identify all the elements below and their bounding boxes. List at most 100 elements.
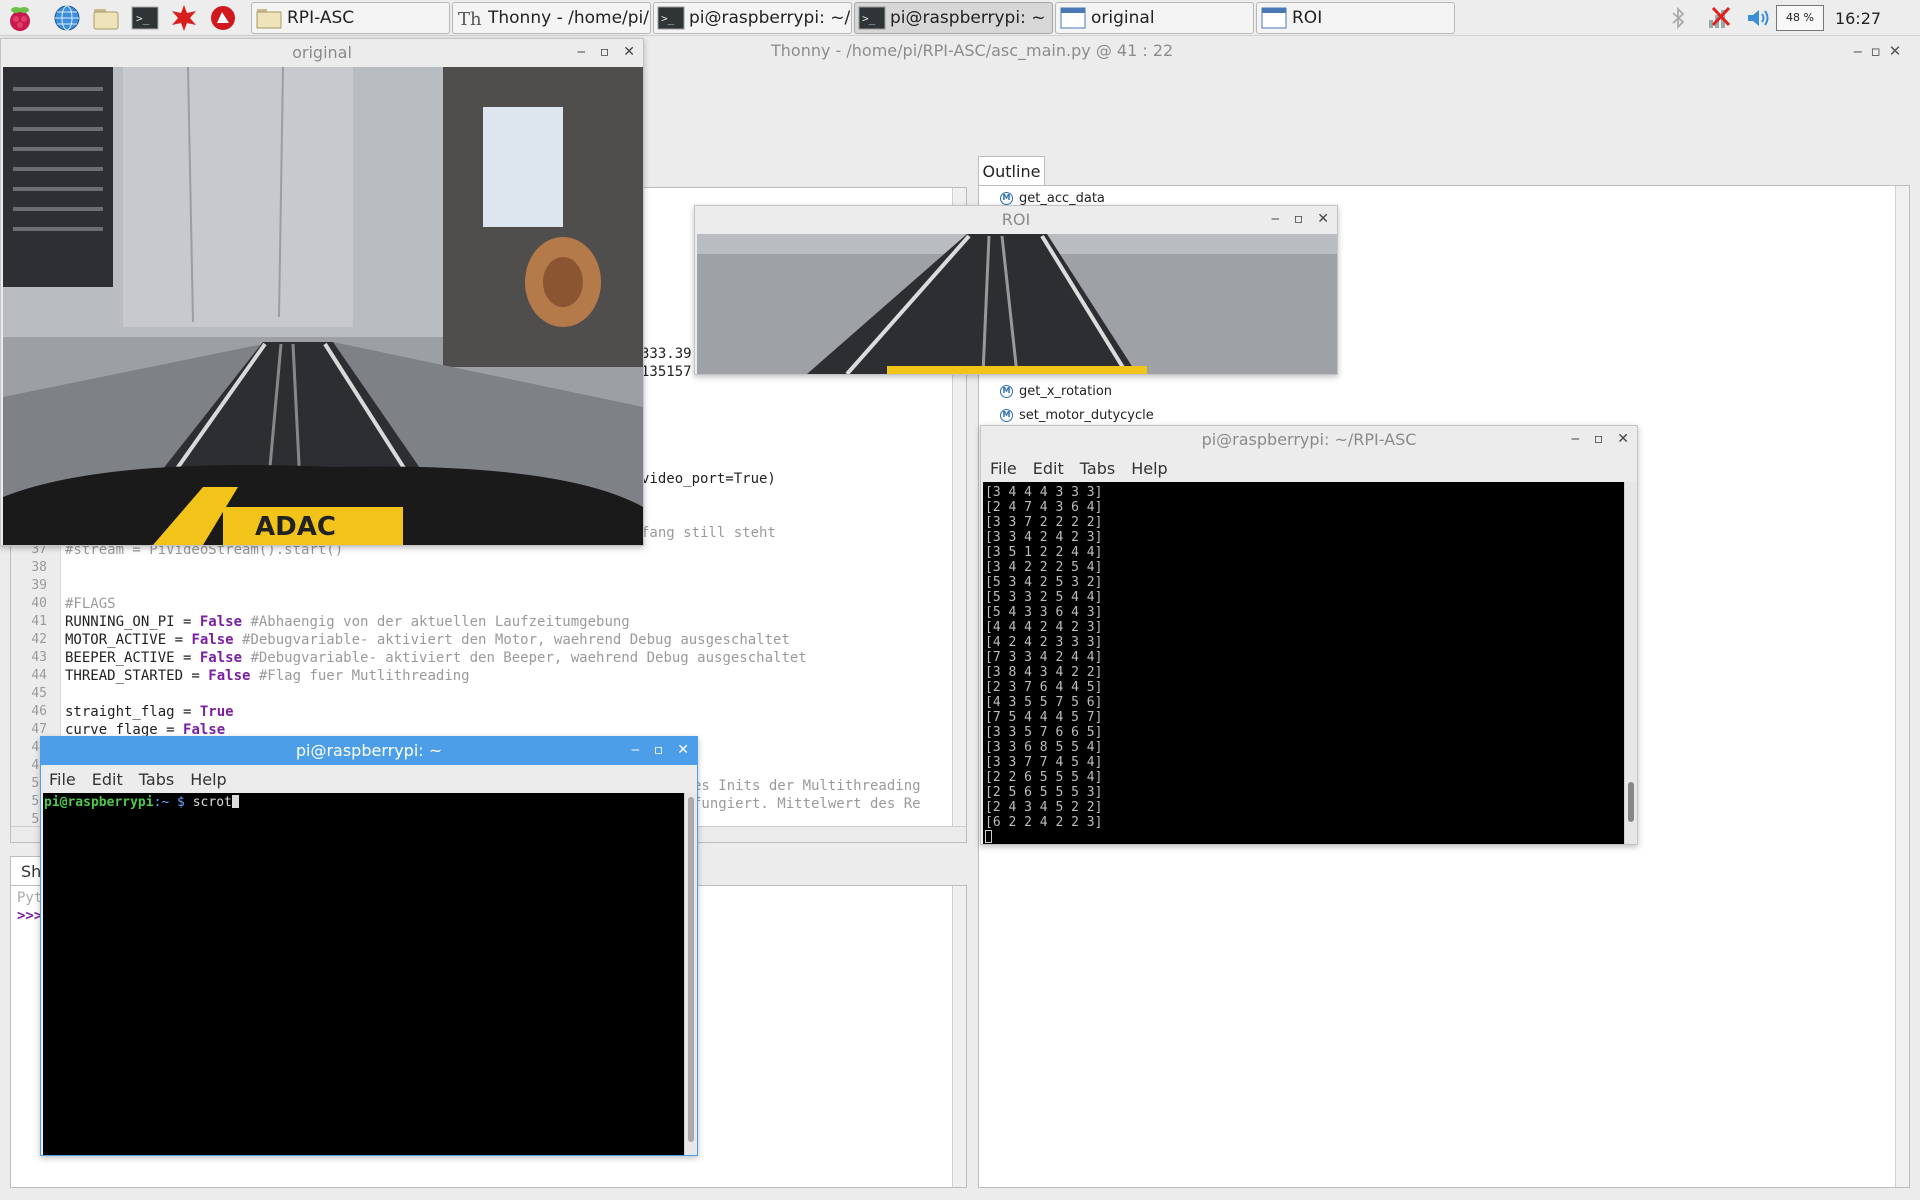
close-icon[interactable]: ✕ xyxy=(1317,211,1329,227)
code-fragment-text: video_port=True) xyxy=(641,471,776,487)
window-terminal-rpi-asc: pi@raspberrypi: ~/RPI-ASC ‒ ▫ ✕ File Edi… xyxy=(980,425,1638,845)
terminal-scrollbar[interactable] xyxy=(684,793,697,1155)
menu-tabs[interactable]: Tabs xyxy=(139,770,174,789)
task-terminal-rpi-asc[interactable]: >_ pi@raspberrypi: ~/RP... xyxy=(653,2,852,34)
minimize-icon[interactable]: ‒ xyxy=(577,44,586,60)
menu-edit[interactable]: Edit xyxy=(92,770,123,789)
terminal-output[interactable]: pi@raspberrypi:~ $ scrot xyxy=(43,793,685,1155)
menu-help[interactable]: Help xyxy=(1131,459,1167,478)
menu-tabs[interactable]: Tabs xyxy=(1080,459,1115,478)
method-icon: M xyxy=(1000,385,1013,398)
terminal-scrollbar[interactable] xyxy=(1624,482,1637,844)
minimize-icon[interactable]: ‒ xyxy=(1271,211,1280,227)
code-line: 38 xyxy=(11,559,966,577)
scrollbar-thumb[interactable] xyxy=(1628,782,1634,822)
code-token: MOTOR_ACTIVE = xyxy=(65,632,192,648)
shell-scrollbar[interactable] xyxy=(952,886,966,1187)
code-line: 44 THREAD_STARTED = False #Flag fuer Mutl… xyxy=(11,667,966,685)
code-token: straight_flag = xyxy=(65,704,200,720)
code-line: 39 xyxy=(11,577,966,595)
minimize-icon[interactable]: ‒ xyxy=(631,742,640,758)
code-token: #Debugvariable- aktiviert den Motor, wae… xyxy=(233,632,790,648)
code-fragment: 333.39 xyxy=(641,346,692,362)
code-text: #FLAGS xyxy=(65,595,116,613)
terminal-menubar: File Edit Tabs Help xyxy=(49,770,227,789)
minimize-icon[interactable]: ‒ xyxy=(1853,42,1863,60)
menu-edit[interactable]: Edit xyxy=(1033,459,1064,478)
matrix-row: [3 3 5 7 6 6 5] xyxy=(985,725,1103,740)
outline-scrollbar[interactable] xyxy=(1895,186,1909,1187)
thonny-icon: Th xyxy=(458,9,482,30)
task-rpi-asc[interactable]: RPI-ASC xyxy=(251,2,450,34)
bluetooth-icon[interactable] xyxy=(1666,0,1690,36)
close-icon[interactable]: ✕ xyxy=(1617,431,1629,447)
raspberry-menu-icon[interactable] xyxy=(0,0,39,36)
matrix-row: [3 3 7 2 2 2 2] xyxy=(985,515,1103,530)
matrix-row: [2 4 3 4 5 2 2] xyxy=(985,800,1103,815)
thonny-title: Thonny - /home/pi/RPI-ASC/asc_main.py @ … xyxy=(771,41,1174,60)
menu-help[interactable]: Help xyxy=(190,770,226,789)
roi-image xyxy=(697,234,1337,374)
file-manager-icon[interactable] xyxy=(86,0,125,36)
code-text: RUNNING_ON_PI = False #Abhaengig von der… xyxy=(65,613,630,631)
matrix-row: [3 4 2 2 2 5 4] xyxy=(985,560,1103,575)
task-label: pi@raspberrypi: ~ xyxy=(890,8,1046,28)
close-icon[interactable]: ✕ xyxy=(677,742,689,758)
scrollbar-thumb[interactable] xyxy=(688,797,694,1142)
maximize-icon[interactable]: ▫ xyxy=(1594,431,1604,447)
volume-icon[interactable] xyxy=(1742,0,1774,36)
maximize-icon[interactable]: ▫ xyxy=(1871,42,1881,60)
terminal-icon: >_ xyxy=(657,6,685,30)
maximize-icon[interactable]: ▫ xyxy=(600,44,610,60)
matrix-row: [3 3 6 8 5 5 4] xyxy=(985,740,1103,755)
thonny-window-controls: ‒ ▫ ✕ xyxy=(1853,42,1901,60)
task-label: RPI-ASC xyxy=(287,8,355,28)
network-disconnected-icon[interactable] xyxy=(1703,0,1735,36)
task-roi[interactable]: ROI xyxy=(1256,2,1455,34)
code-token: RUNNING_ON_PI = xyxy=(65,614,200,630)
terminal-icon: >_ xyxy=(858,6,886,30)
matrix-row: [3 3 7 7 4 5 4] xyxy=(985,755,1103,770)
tape-text: ADAC xyxy=(255,512,336,542)
matrix-row: [3 4 4 4 3 3 3] xyxy=(985,485,1103,500)
matrix-row: [3 3 4 2 4 2 3] xyxy=(985,530,1103,545)
shell-prompt: >>> xyxy=(17,908,43,924)
wolfram-icon[interactable] xyxy=(203,0,242,36)
task-original[interactable]: original xyxy=(1055,2,1254,34)
terminal-launcher-icon[interactable]: >_ xyxy=(125,0,164,36)
outline-item[interactable]: Mget_x_rotation xyxy=(1000,384,1112,399)
line-number: 45 xyxy=(31,686,47,701)
mathematica-icon[interactable] xyxy=(164,0,203,36)
web-browser-icon[interactable] xyxy=(47,0,86,36)
code-line: 40 #FLAGS xyxy=(11,595,966,613)
folder-icon xyxy=(256,9,282,29)
line-number: 42 xyxy=(31,632,47,647)
close-icon[interactable]: ✕ xyxy=(623,44,635,60)
minimize-icon[interactable]: ‒ xyxy=(1571,431,1580,447)
menu-file[interactable]: File xyxy=(49,770,76,789)
terminal-output[interactable]: [3 4 4 4 3 3 3] [2 4 7 4 3 6 4] [3 3 7 2 2… xyxy=(983,482,1625,844)
code-fragment: fang still steht xyxy=(641,525,776,541)
outline-item[interactable]: Mset_motor_dutycycle xyxy=(1000,408,1154,423)
window-icon xyxy=(1261,7,1287,29)
close-icon[interactable]: ✕ xyxy=(1889,42,1902,60)
tab-outline[interactable]: Outline xyxy=(978,156,1045,186)
clock[interactable]: 16:27 xyxy=(1828,0,1888,36)
svg-text:>_: >_ xyxy=(136,12,150,25)
code-text: THREAD_STARTED = False #Flag fuer Mutlit… xyxy=(65,667,470,685)
cpu-monitor[interactable]: 48 % xyxy=(1775,0,1825,36)
task-terminal-home[interactable]: >_ pi@raspberrypi: ~ xyxy=(854,2,1053,34)
task-label: original xyxy=(1091,8,1155,28)
method-icon: M xyxy=(1000,192,1013,205)
code-token: False xyxy=(199,614,243,630)
outline-item[interactable]: Mget_acc_data xyxy=(1000,191,1105,206)
menu-file[interactable]: File xyxy=(990,459,1017,478)
code-token: False xyxy=(208,668,251,684)
maximize-icon[interactable]: ▫ xyxy=(654,742,664,758)
task-label: pi@raspberrypi: ~/RP... xyxy=(689,8,851,28)
window-title: pi@raspberrypi: ~/RPI-ASC xyxy=(1201,430,1417,449)
maximize-icon[interactable]: ▫ xyxy=(1294,211,1304,227)
task-thonny[interactable]: Th Thonny - /home/pi/... xyxy=(452,2,651,34)
code-line: 41 RUNNING_ON_PI = False #Abhaengig von d… xyxy=(11,613,966,631)
matrix-row: [2 4 7 4 3 6 4] xyxy=(985,500,1103,515)
